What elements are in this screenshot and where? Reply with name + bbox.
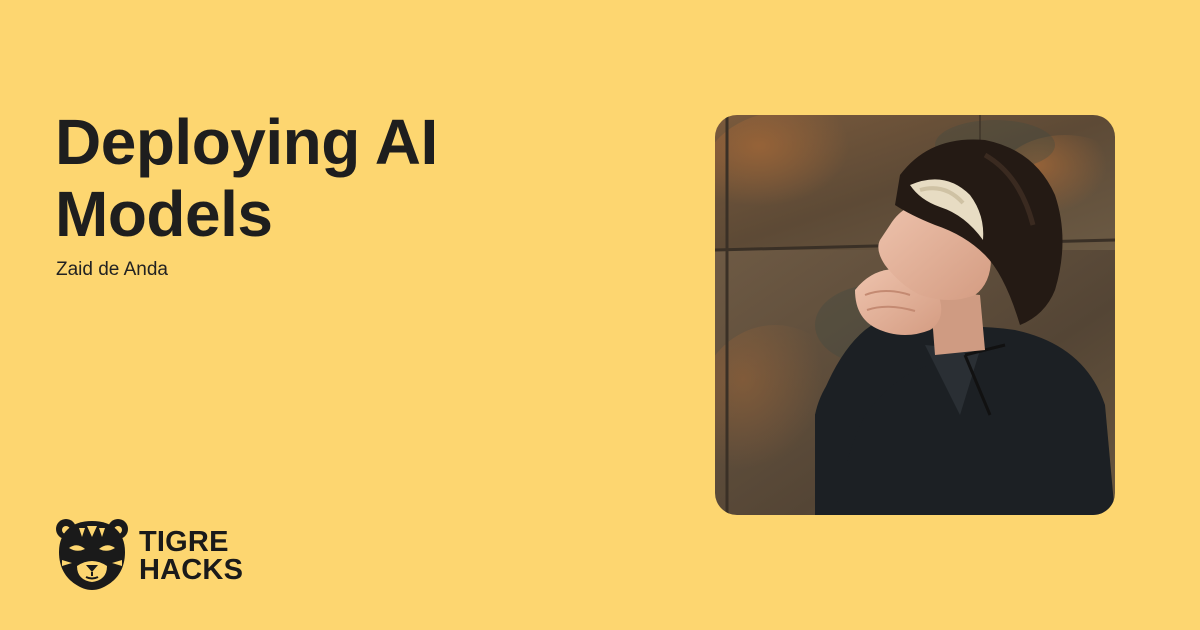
tigre-hacks-logo: TIGRE HACKS bbox=[55, 516, 285, 592]
speaker-photo bbox=[715, 115, 1115, 515]
speaker-name: Zaid de Anda bbox=[56, 259, 168, 280]
event-card: Deploying AI Models Zaid de Anda TIGRE H… bbox=[0, 0, 1200, 630]
talk-title-line2: Models bbox=[55, 178, 273, 250]
brand-wordmark: TIGRE HACKS bbox=[139, 526, 244, 586]
talk-title: Deploying AI Models bbox=[55, 106, 615, 250]
tiger-head-icon bbox=[56, 519, 128, 590]
brand-line1: TIGRE bbox=[139, 526, 229, 558]
talk-title-line1: Deploying AI bbox=[55, 106, 438, 178]
speaker-portrait-image bbox=[715, 115, 1115, 515]
brand-line2: HACKS bbox=[139, 554, 244, 586]
